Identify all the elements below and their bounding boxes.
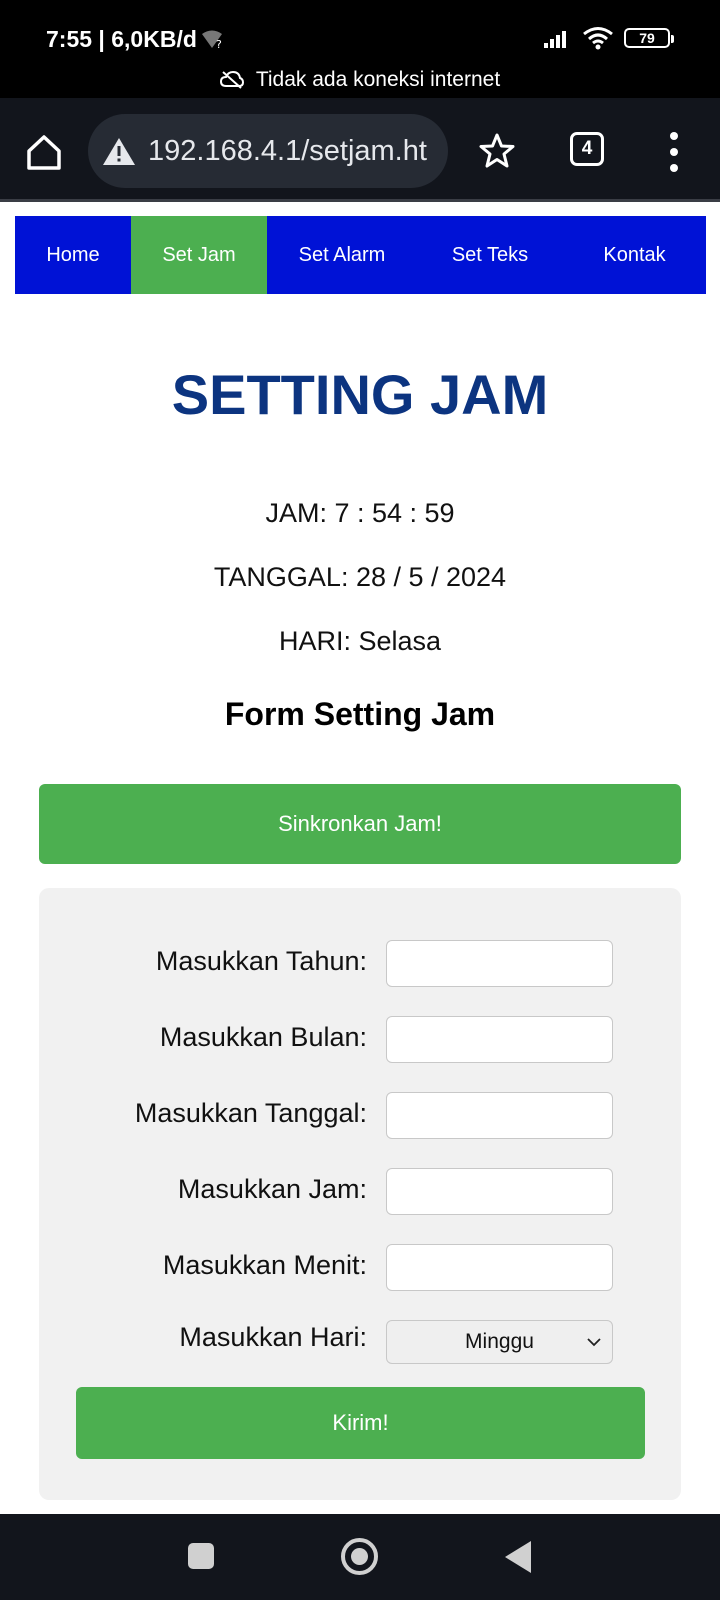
form-row-tanggal: Masukkan Tanggal: [39,1092,681,1140]
select-hari-value: Minggu [465,1330,534,1353]
input-jam[interactable] [386,1168,613,1215]
battery-icon: 79 [624,28,674,48]
input-tahun[interactable] [386,940,613,987]
submit-button[interactable]: Kirim! [76,1387,645,1459]
battery-level: 79 [639,30,655,46]
label-jam: Masukkan Jam: [177,1174,367,1204]
label-tanggal: Masukkan Tanggal: [134,1098,367,1128]
signal-icon [544,31,566,48]
chevron-down-icon [587,1338,601,1347]
current-date: TANGGAL: 28 / 5 / 2024 [213,562,507,592]
label-menit: Masukkan Menit: [162,1250,367,1280]
recents-icon[interactable] [188,1543,214,1569]
status-icons: 79 [542,26,674,50]
status-bar: 7:55 | 6,0KB/d ? 79 Tidak ada koneksi in… [0,0,720,98]
home-button-icon[interactable] [341,1538,378,1575]
address-bar[interactable]: 192.168.4.1/setjam.ht [88,114,448,188]
bookmark-star-icon[interactable] [478,132,516,170]
url-text[interactable]: 192.168.4.1/setjam.ht [148,135,427,168]
tab-count: 4 [581,138,593,159]
back-icon[interactable] [505,1541,531,1573]
label-hari: Masukkan Hari: [179,1322,367,1352]
warning-icon[interactable] [102,136,136,166]
status-time: 7:55 | 6,0KB/d [46,26,197,52]
form-row-menit: Masukkan Menit: [39,1244,681,1292]
page-title: SETTING JAM [171,363,549,426]
label-tahun: Masukkan Tahun: [155,946,367,976]
sync-time-button[interactable]: Sinkronkan Jam! [39,784,681,864]
home-icon[interactable] [24,132,64,172]
form-row-jam: Masukkan Jam: [39,1168,681,1216]
form-row-tahun: Masukkan Tahun: [39,940,681,988]
label-bulan: Masukkan Bulan: [159,1022,367,1052]
input-tanggal[interactable] [386,1092,613,1139]
more-menu-icon[interactable] [664,132,684,172]
nav-set-teks[interactable]: Set Teks [417,216,563,294]
current-time: JAM: 7 : 54 : 59 [265,498,455,528]
input-menit[interactable] [386,1244,613,1291]
site-nav: Home Set Jam Set Alarm Set Teks Kontak [15,216,706,294]
cloud-off-icon [219,71,244,89]
offline-notice: Tidak ada koneksi internet [0,68,720,95]
form-title: Form Setting Jam [224,696,496,732]
wifi-icon [583,27,613,50]
current-day: HARI: Selasa [278,626,442,656]
setting-form: Masukkan Tahun: Masukkan Bulan: Masukkan… [39,888,681,1500]
system-nav-bar [0,1514,720,1600]
offline-text: Tidak ada koneksi internet [255,68,501,91]
nav-kontak[interactable]: Kontak [563,216,706,294]
input-bulan[interactable] [386,1016,613,1063]
tab-switcher-button[interactable]: 4 [570,132,604,166]
nav-set-jam[interactable]: Set Jam [131,216,267,294]
svg-text:?: ? [216,38,222,50]
form-row-bulan: Masukkan Bulan: [39,1016,681,1064]
form-row-hari: Masukkan Hari: Minggu [39,1320,681,1368]
nav-home[interactable]: Home [15,216,131,294]
nav-set-alarm[interactable]: Set Alarm [267,216,417,294]
select-hari[interactable]: Minggu [386,1320,613,1364]
browser-toolbar: 192.168.4.1/setjam.ht 4 [0,98,720,202]
wifi-question-icon: ? [202,30,222,50]
